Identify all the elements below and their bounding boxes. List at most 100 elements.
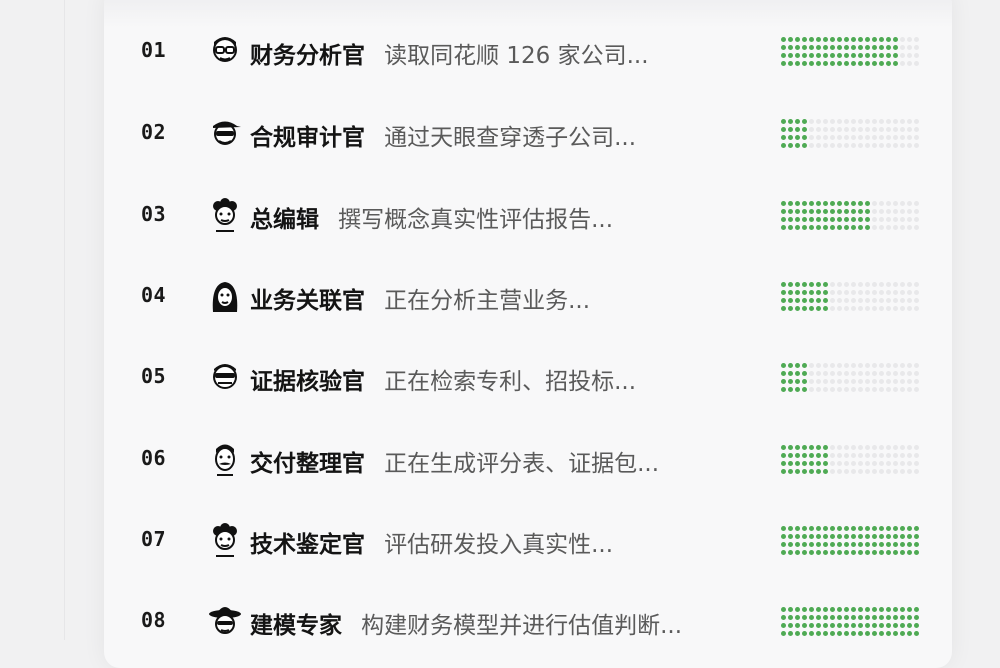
progress-dot-empty <box>914 225 919 230</box>
progress-dot-filled <box>802 371 807 376</box>
list-item[interactable]: 05 证据核验官 正在检索专利、招投标... <box>0 348 1000 408</box>
progress-dot-empty <box>858 379 863 384</box>
list-item[interactable]: 07 技术鉴定官 评估研发投入真实性... <box>0 511 1000 571</box>
progress-dot-empty <box>809 379 814 384</box>
progress-dot-empty <box>844 290 849 295</box>
progress-dot-empty <box>900 298 905 303</box>
progress-dot-empty <box>872 461 877 466</box>
progress-dot-filled <box>900 550 905 555</box>
progress-dot-empty <box>837 306 842 311</box>
progress-dot-empty <box>837 282 842 287</box>
list-item[interactable]: 02 合规审计官 通过天眼查穿透子公司... <box>0 104 1000 164</box>
progress-dot-empty <box>914 127 919 132</box>
progress-dot-empty <box>837 371 842 376</box>
progress-dot-filled <box>886 45 891 50</box>
progress-dot-filled <box>830 217 835 222</box>
progress-dot-filled <box>795 461 800 466</box>
progress-dot-filled <box>795 387 800 392</box>
progress-dot-filled <box>809 607 814 612</box>
progress-dot-filled <box>802 363 807 368</box>
progress-dot-filled <box>823 550 828 555</box>
progress-dot-filled <box>879 550 884 555</box>
progress-dot-empty <box>886 298 891 303</box>
progress-dot-empty <box>879 201 884 206</box>
progress-dot-empty <box>907 282 912 287</box>
progress-dot-filled <box>809 623 814 628</box>
progress-dot-empty <box>914 306 919 311</box>
progress-dot-filled <box>802 61 807 66</box>
progress-dot-empty <box>879 363 884 368</box>
progress-dot-empty <box>809 119 814 124</box>
progress-dot-filled <box>795 542 800 547</box>
progress-dot-filled <box>802 469 807 474</box>
progress-dot-filled <box>795 61 800 66</box>
progress-dot-filled <box>914 607 919 612</box>
progress-dot-filled <box>900 631 905 636</box>
progress-dot-filled <box>809 445 814 450</box>
progress-dot-empty <box>914 53 919 58</box>
progress-dot-filled <box>886 542 891 547</box>
progress-dot-filled <box>865 61 870 66</box>
list-item[interactable]: 01 财务分析官 读取同花顺 126 家公司... <box>0 22 1000 82</box>
progress-dot-filled <box>893 37 898 42</box>
progress-dot-filled <box>823 37 828 42</box>
progress-dot-empty <box>823 379 828 384</box>
progress-dot-empty <box>816 363 821 368</box>
progress-dot-filled <box>907 631 912 636</box>
progress-dot-empty <box>844 453 849 458</box>
progress-dot-filled <box>795 453 800 458</box>
progress-dot-empty <box>879 209 884 214</box>
progress-dot-filled <box>816 526 821 531</box>
progress-dot-filled <box>851 631 856 636</box>
progress-dot-filled <box>830 615 835 620</box>
progress-dot-filled <box>816 445 821 450</box>
progress-dot-empty <box>879 127 884 132</box>
progress-dot-empty <box>879 217 884 222</box>
progress-dots <box>780 606 922 640</box>
progress-dot-empty <box>907 217 912 222</box>
progress-dot-empty <box>886 371 891 376</box>
progress-dot-empty <box>893 371 898 376</box>
progress-dot-filled <box>781 306 786 311</box>
progress-dot-empty <box>851 119 856 124</box>
progress-dot-filled <box>788 201 793 206</box>
progress-dot-filled <box>795 363 800 368</box>
progress-dot-filled <box>816 461 821 466</box>
progress-dot-empty <box>914 298 919 303</box>
progress-dot-filled <box>781 127 786 132</box>
progress-dot-empty <box>837 363 842 368</box>
list-item[interactable]: 08 建模专家 构建财务模型并进行估值判断... <box>0 592 1000 652</box>
progress-dot-filled <box>781 201 786 206</box>
progress-dot-filled <box>816 631 821 636</box>
progress-dot-filled <box>844 225 849 230</box>
progress-dot-filled <box>830 542 835 547</box>
progress-dot-filled <box>872 45 877 50</box>
progress-dot-filled <box>865 225 870 230</box>
agent-status: 正在生成评分表、证据包... <box>384 451 660 477</box>
progress-dot-filled <box>886 615 891 620</box>
progress-dot-filled <box>844 542 849 547</box>
progress-dot-empty <box>886 209 891 214</box>
progress-dot-filled <box>781 631 786 636</box>
progress-dot-filled <box>886 623 891 628</box>
progress-dots <box>780 118 922 152</box>
progress-dot-filled <box>795 298 800 303</box>
list-item[interactable]: 04 业务关联官 正在分析主营业务... <box>0 267 1000 327</box>
progress-dot-filled <box>858 542 863 547</box>
progress-dot-filled <box>802 201 807 206</box>
progress-dot-empty <box>886 363 891 368</box>
progress-dot-empty <box>900 469 905 474</box>
progress-dot-empty <box>865 363 870 368</box>
progress-dot-empty <box>865 135 870 140</box>
progress-dot-filled <box>781 445 786 450</box>
progress-dot-empty <box>893 453 898 458</box>
agent-status: 评估研发投入真实性... <box>384 532 614 558</box>
progress-dot-empty <box>844 306 849 311</box>
progress-dot-filled <box>837 45 842 50</box>
progress-dot-filled <box>900 623 905 628</box>
progress-dot-filled <box>823 534 828 539</box>
list-item[interactable]: 03 总编辑 撰写概念真实性评估报告... <box>0 186 1000 246</box>
list-item[interactable]: 06 交付整理官 正在生成评分表、证据包... <box>0 430 1000 490</box>
progress-dot-filled <box>830 534 835 539</box>
progress-dot-empty <box>914 45 919 50</box>
